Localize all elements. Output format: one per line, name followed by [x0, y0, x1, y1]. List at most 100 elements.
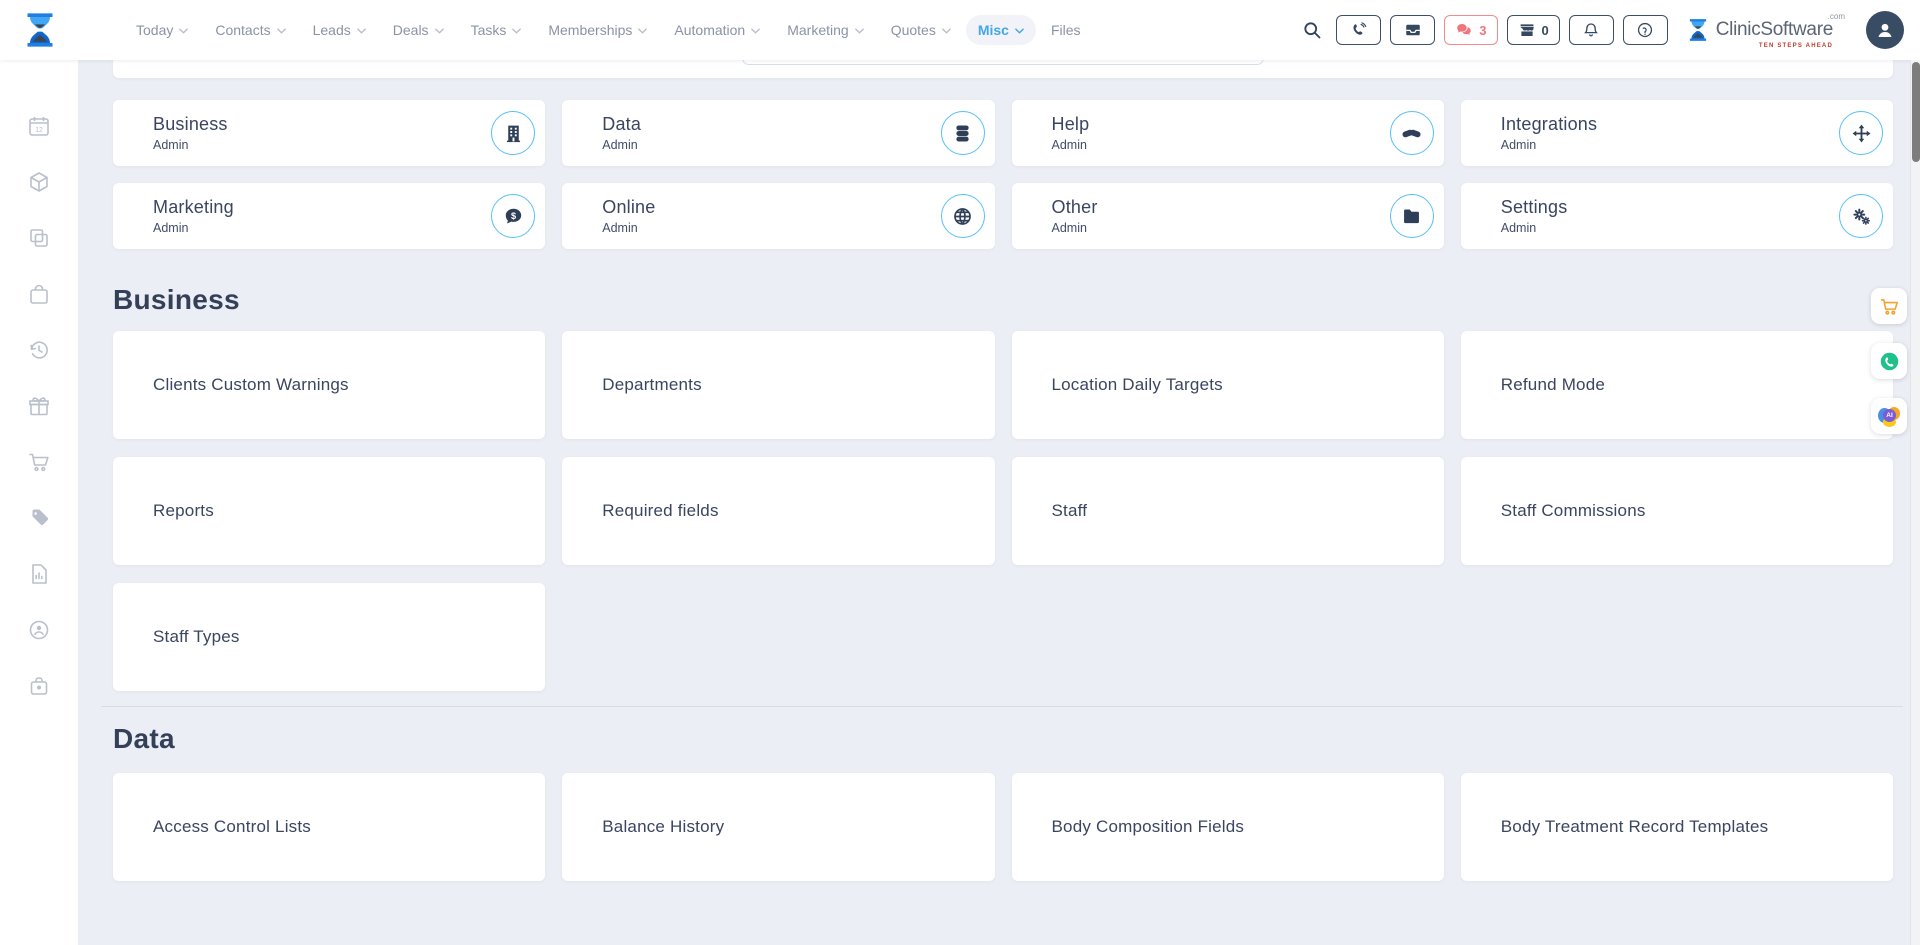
- card-location-daily-targets[interactable]: Location Daily Targets: [1012, 331, 1444, 439]
- app-logo[interactable]: [20, 7, 62, 53]
- card-required-fields[interactable]: Required fields: [562, 457, 994, 565]
- card-label: Departments: [602, 375, 702, 395]
- card-label: Balance History: [602, 817, 724, 837]
- phone-button[interactable]: [1336, 15, 1381, 45]
- inbox-button[interactable]: [1390, 15, 1435, 45]
- nav-item-automation[interactable]: Automation: [662, 15, 772, 45]
- calendar-icon[interactable]: 12: [27, 114, 51, 138]
- category-subtitle: Admin: [153, 221, 234, 235]
- help-button[interactable]: [1623, 15, 1668, 45]
- svg-text:12: 12: [35, 127, 43, 134]
- chevron-down-icon: [1015, 28, 1024, 34]
- shopping-cart-icon[interactable]: [27, 450, 51, 474]
- nav-item-today[interactable]: Today: [124, 15, 200, 45]
- topbar: Today Contacts Leads DealsTasks Memberships A…: [0, 0, 1920, 60]
- topbar-actions: 3 0: [1302, 11, 1904, 49]
- category-card-business[interactable]: BusinessAdmin: [113, 100, 545, 166]
- nav-item-deals[interactable]: Deals: [381, 15, 456, 45]
- store-icon: [1518, 21, 1536, 39]
- category-card-online[interactable]: OnlineAdmin: [562, 183, 994, 249]
- nav-item-contacts[interactable]: Contacts: [203, 15, 297, 45]
- clinicsoftware-logo[interactable]: ClinicSoftware .com TEN STEPS AHEAD: [1685, 15, 1847, 45]
- card-staff-types[interactable]: Staff Types: [113, 583, 545, 691]
- briefcase-icon[interactable]: [27, 674, 51, 698]
- account-icon[interactable]: [27, 618, 51, 642]
- user-icon: [1873, 18, 1897, 42]
- nav-item-memberships[interactable]: Memberships: [536, 15, 659, 45]
- category-card-other[interactable]: OtherAdmin: [1012, 183, 1444, 249]
- nav-item-misc[interactable]: Misc: [966, 15, 1036, 45]
- scrollbar-thumb[interactable]: [1912, 62, 1920, 162]
- floating-ai-button[interactable]: AI: [1871, 398, 1907, 434]
- section-title-data: Data: [113, 723, 1893, 755]
- category-subtitle: Admin: [1501, 221, 1568, 235]
- nav-item-files[interactable]: Files: [1039, 15, 1093, 45]
- nav-label: Memberships: [548, 22, 632, 38]
- nav-item-tasks[interactable]: Tasks: [459, 15, 534, 45]
- handshake-icon: [1390, 111, 1434, 155]
- category-subtitle: Admin: [602, 221, 655, 235]
- gift-icon[interactable]: [27, 394, 51, 418]
- bell-icon: [1582, 21, 1600, 39]
- nav-label: Today: [136, 22, 173, 38]
- card-balance-history[interactable]: Balance History: [562, 773, 994, 881]
- category-card-integrations[interactable]: IntegrationsAdmin: [1461, 100, 1893, 166]
- search-icon[interactable]: [1302, 20, 1322, 40]
- card-reports[interactable]: Reports: [113, 457, 545, 565]
- category-subtitle: Admin: [153, 138, 228, 152]
- section-grid-business: Clients Custom Warnings Departments Locati…: [113, 331, 1893, 691]
- floating-cart-button[interactable]: [1871, 288, 1907, 324]
- floating-whatsapp-button[interactable]: [1871, 343, 1907, 379]
- card-staff[interactable]: Staff: [1012, 457, 1444, 565]
- move-arrows-icon: [1839, 111, 1883, 155]
- shopping-bag-icon[interactable]: [27, 282, 51, 306]
- card-body-composition-fields[interactable]: Body Composition Fields: [1012, 773, 1444, 881]
- card-body-treatment-record-templates[interactable]: Body Treatment Record Templates: [1461, 773, 1893, 881]
- chat-button[interactable]: 3: [1444, 15, 1497, 45]
- card-label: Required fields: [602, 501, 718, 521]
- card-label: Clients Custom Warnings: [153, 375, 349, 395]
- tags-icon[interactable]: [27, 506, 51, 530]
- help-icon: [1636, 21, 1654, 39]
- category-text: MarketingAdmin: [153, 197, 234, 235]
- category-card-help[interactable]: HelpAdmin: [1012, 100, 1444, 166]
- chevron-down-icon: [638, 28, 647, 34]
- nav-item-quotes[interactable]: Quotes: [879, 15, 963, 45]
- card-refund-mode[interactable]: Refund Mode: [1461, 331, 1893, 439]
- chevron-down-icon: [855, 28, 864, 34]
- sidebar: 12: [0, 60, 78, 945]
- scrollbar-track[interactable]: [1910, 60, 1920, 945]
- history-icon[interactable]: [27, 338, 51, 362]
- chevron-down-icon: [512, 28, 521, 34]
- chevron-down-icon: [942, 28, 951, 34]
- card-clients-custom-warnings[interactable]: Clients Custom Warnings: [113, 331, 545, 439]
- section-grid-data: Access Control Lists Balance History Body …: [113, 773, 1893, 881]
- category-card-data[interactable]: DataAdmin: [562, 100, 994, 166]
- card-staff-commissions[interactable]: Staff Commissions: [1461, 457, 1893, 565]
- copy-icon[interactable]: [27, 226, 51, 250]
- package-icon[interactable]: [27, 170, 51, 194]
- nav-label: Leads: [313, 22, 351, 38]
- brand-tagline: TEN STEPS AHEAD: [1759, 43, 1833, 49]
- report-icon[interactable]: [27, 562, 51, 586]
- nav-label: Contacts: [215, 22, 270, 38]
- store-count-badge: 0: [1542, 23, 1549, 38]
- user-avatar[interactable]: [1866, 11, 1904, 49]
- category-card-marketing[interactable]: MarketingAdmin$: [113, 183, 545, 249]
- card-label: Reports: [153, 501, 214, 521]
- category-card-settings[interactable]: SettingsAdmin: [1461, 183, 1893, 249]
- notifications-button[interactable]: [1569, 15, 1614, 45]
- card-label: Staff Types: [153, 627, 240, 647]
- category-text: HelpAdmin: [1052, 114, 1090, 152]
- card-access-control-lists[interactable]: Access Control Lists: [113, 773, 545, 881]
- store-button[interactable]: 0: [1507, 15, 1560, 45]
- main-nav: Today Contacts Leads DealsTasks Memberships A…: [124, 15, 1093, 45]
- card-departments[interactable]: Departments: [562, 331, 994, 439]
- sections: BusinessClients Custom WarningsDepartmen…: [113, 284, 1893, 881]
- nav-item-marketing[interactable]: Marketing: [775, 15, 875, 45]
- category-text: OnlineAdmin: [602, 197, 655, 235]
- card-label: Staff Commissions: [1501, 501, 1646, 521]
- card-label: Body Treatment Record Templates: [1501, 817, 1769, 837]
- card-label: Staff: [1052, 501, 1088, 521]
- nav-item-leads[interactable]: Leads: [301, 15, 378, 45]
